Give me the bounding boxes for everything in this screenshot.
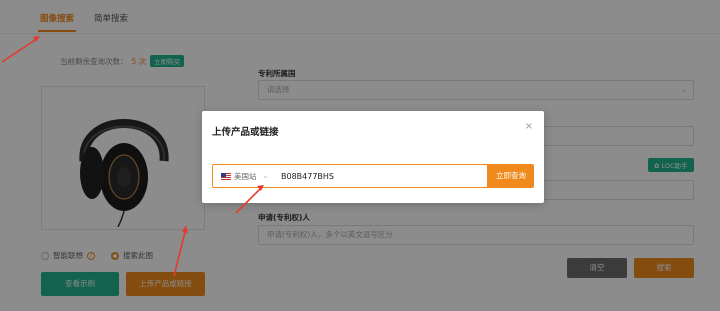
site-select[interactable]: 美国站 ⌄ — [213, 165, 279, 187]
asin-input[interactable]: B08B477BHS — [279, 172, 334, 181]
upload-link-dialog: 上传产品或链接 × 美国站 ⌄ B08B477BHS 立即查询 — [202, 111, 544, 203]
site-label: 美国站 — [234, 171, 257, 181]
us-flag-icon — [221, 172, 231, 180]
chevron-down-icon: ⌄ — [262, 172, 269, 180]
query-now-button[interactable]: 立即查询 — [488, 164, 534, 188]
dialog-title: 上传产品或链接 — [212, 127, 279, 138]
link-input-group: 美国站 ⌄ B08B477BHS — [212, 164, 488, 188]
close-icon[interactable]: × — [525, 121, 533, 132]
